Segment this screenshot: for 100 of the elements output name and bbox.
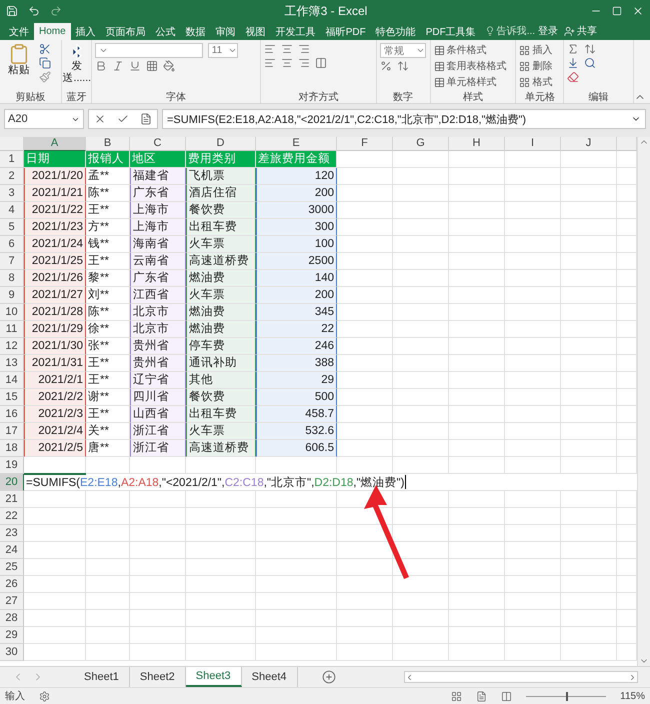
row-header[interactable]: 30 bbox=[0, 644, 24, 661]
format-painter-icon[interactable] bbox=[39, 71, 51, 83]
row-header[interactable]: 3 bbox=[0, 185, 24, 202]
ribbon-tab[interactable]: 审阅 bbox=[210, 23, 241, 40]
clipboard-icon[interactable] bbox=[8, 43, 30, 65]
table-icon[interactable] bbox=[434, 60, 445, 72]
row-header[interactable]: 8 bbox=[0, 270, 24, 287]
row-header[interactable]: 21 bbox=[0, 491, 24, 508]
merge-icon[interactable] bbox=[315, 57, 328, 69]
column-header[interactable]: I bbox=[505, 137, 561, 151]
row-header[interactable]: 22 bbox=[0, 508, 24, 525]
grid-icon[interactable] bbox=[519, 60, 530, 72]
paste-button[interactable]: 粘贴 bbox=[3, 43, 35, 77]
save-icon[interactable] bbox=[6, 5, 18, 17]
row-header[interactable]: 20 bbox=[0, 474, 24, 491]
ribbon-tab[interactable]: 特色功能 bbox=[370, 23, 421, 40]
row-header[interactable]: 4 bbox=[0, 202, 24, 219]
row-header[interactable]: 6 bbox=[0, 236, 24, 253]
row-header[interactable]: 10 bbox=[0, 304, 24, 321]
font-name-field[interactable] bbox=[94, 43, 203, 58]
ribbon-tab[interactable]: Home bbox=[34, 23, 71, 40]
row-header[interactable]: 23 bbox=[0, 525, 24, 542]
styles-button[interactable]: 套用表格格式 bbox=[434, 59, 507, 73]
add-sheet-icon[interactable] bbox=[322, 670, 336, 684]
row-header[interactable]: 1 bbox=[0, 151, 24, 168]
underline-icon[interactable] bbox=[128, 60, 141, 72]
column-header[interactable]: H bbox=[449, 137, 505, 151]
bluetooth-send-button[interactable]: 发送...... bbox=[64, 43, 89, 84]
row-header[interactable]: 16 bbox=[0, 406, 24, 423]
name-box[interactable]: A20 bbox=[4, 109, 84, 129]
row-header[interactable]: 5 bbox=[0, 219, 24, 236]
redo-icon[interactable] bbox=[50, 5, 62, 17]
ribbon-tab[interactable]: 开发工具 bbox=[270, 23, 321, 40]
page-layout-icon[interactable] bbox=[476, 690, 488, 702]
ribbon-tab[interactable]: 公式 bbox=[150, 23, 181, 40]
column-header[interactable]: E bbox=[256, 137, 337, 151]
row-header[interactable]: 17 bbox=[0, 423, 24, 440]
zoom-slider-thumb[interactable] bbox=[566, 692, 568, 700]
column-header[interactable]: G bbox=[393, 137, 449, 151]
row-header[interactable]: 15 bbox=[0, 389, 24, 406]
cells-button[interactable]: 删除 bbox=[519, 59, 552, 73]
sheet-tab[interactable]: Sheet3 bbox=[186, 667, 242, 687]
eraser-icon[interactable] bbox=[567, 71, 580, 83]
row-header[interactable]: 27 bbox=[0, 593, 24, 610]
column-header[interactable]: F bbox=[337, 137, 393, 151]
person-add-icon[interactable] bbox=[564, 26, 576, 36]
column-header[interactable]: J bbox=[561, 137, 617, 151]
row-header[interactable]: 25 bbox=[0, 559, 24, 576]
maximize-icon[interactable] bbox=[612, 6, 622, 16]
table-icon[interactable] bbox=[434, 44, 445, 56]
column-header[interactable]: C bbox=[130, 137, 186, 151]
column-header[interactable]: D bbox=[186, 137, 256, 151]
undo-icon[interactable] bbox=[28, 5, 40, 17]
italic-icon[interactable] bbox=[112, 60, 124, 72]
login-button[interactable]: 登录 bbox=[535, 24, 562, 38]
border-icon[interactable] bbox=[146, 60, 158, 72]
copy-icon[interactable] bbox=[39, 57, 51, 69]
cancel-icon[interactable] bbox=[94, 113, 106, 125]
number-format-field[interactable]: 常规 bbox=[380, 43, 426, 58]
enter-icon[interactable] bbox=[116, 113, 129, 125]
ribbon-tab[interactable]: 视图 bbox=[240, 23, 271, 40]
column-header[interactable]: B bbox=[86, 137, 130, 151]
align-center-icon[interactable] bbox=[281, 57, 294, 69]
percent-icon[interactable] bbox=[380, 60, 392, 72]
cells-button[interactable]: 插入 bbox=[519, 43, 552, 57]
align-left-icon[interactable] bbox=[264, 57, 276, 69]
row-header[interactable]: 14 bbox=[0, 372, 24, 389]
row-header[interactable]: 2 bbox=[0, 168, 24, 185]
align-bottom-icon[interactable] bbox=[298, 43, 310, 55]
ribbon-tab[interactable]: 文件 bbox=[4, 23, 34, 40]
row-header[interactable]: 28 bbox=[0, 610, 24, 627]
row-header[interactable]: 19 bbox=[0, 457, 24, 474]
horizontal-scrollbar[interactable] bbox=[404, 671, 638, 683]
scroll-left-icon[interactable] bbox=[405, 672, 414, 682]
row-header[interactable]: 7 bbox=[0, 253, 24, 270]
formula-field[interactable]: =SUMIFS(E2:E18,A2:A18,"<2021/2/1",C2:C18,"北京市",D2:D18,"燃油费") bbox=[162, 109, 646, 129]
align-middle-icon[interactable] bbox=[281, 43, 294, 55]
styles-button[interactable]: 条件格式 bbox=[434, 43, 487, 57]
ribbon-tab[interactable]: PDF工具集 bbox=[420, 23, 481, 40]
scroll-right-icon[interactable] bbox=[628, 672, 637, 682]
close-icon[interactable] bbox=[632, 5, 644, 17]
row-header[interactable]: 9 bbox=[0, 287, 24, 304]
sum-icon[interactable] bbox=[567, 43, 580, 55]
fill-color-icon[interactable] bbox=[162, 60, 175, 72]
ribbon-tab[interactable]: 页面布局 bbox=[100, 23, 151, 40]
table-icon[interactable] bbox=[434, 76, 445, 88]
tell-me-field[interactable]: 告诉我... bbox=[484, 24, 536, 38]
row-header[interactable]: 12 bbox=[0, 338, 24, 355]
column-header[interactable]: A bbox=[24, 137, 86, 151]
search-icon[interactable] bbox=[584, 57, 596, 69]
fill-icon[interactable] bbox=[567, 57, 580, 69]
page-break-icon[interactable] bbox=[501, 690, 512, 702]
grid-icon[interactable] bbox=[519, 76, 530, 88]
ribbon-tab[interactable]: 福昕PDF bbox=[320, 23, 371, 40]
cells-button[interactable]: 格式 bbox=[519, 75, 552, 89]
row-header[interactable]: 18 bbox=[0, 440, 24, 457]
ribbon-tab[interactable]: 数据 bbox=[180, 23, 211, 40]
ribbon-tab[interactable]: 插入 bbox=[70, 23, 101, 40]
sort-icon[interactable] bbox=[584, 43, 596, 55]
lightbulb-icon[interactable] bbox=[484, 26, 495, 36]
